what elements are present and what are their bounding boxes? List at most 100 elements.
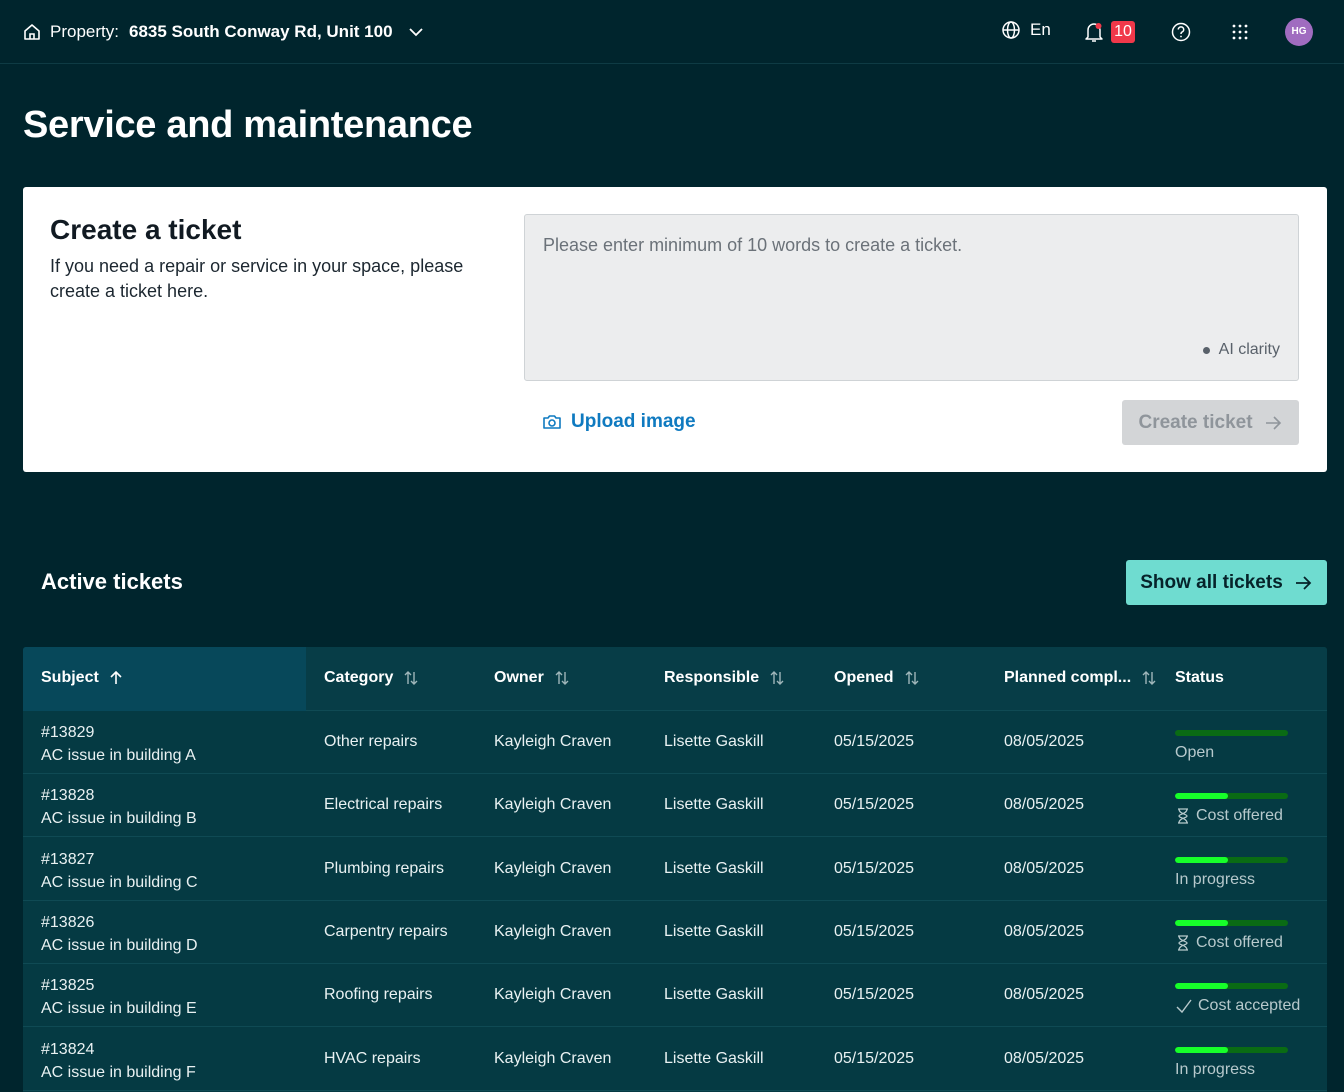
arrow-right-icon xyxy=(1295,575,1312,590)
sort-icon xyxy=(1142,671,1156,685)
status-progress-bar xyxy=(1175,983,1288,990)
ticket-planned-date: 08/05/2025 xyxy=(1004,922,1085,940)
hourglass-icon xyxy=(1175,934,1191,952)
property-selector[interactable]: Property: 6835 South Conway Rd, Unit 100 xyxy=(22,20,425,44)
status-progress-fill xyxy=(1175,856,1229,863)
ticket-responsible: Lisette Gaskill xyxy=(664,796,764,814)
ticket-owner: Kayleigh Craven xyxy=(494,1049,612,1067)
ticket-owner: Kayleigh Craven xyxy=(494,922,612,940)
sort-icon xyxy=(555,671,569,685)
create-ticket-button[interactable]: Create ticket xyxy=(1122,400,1299,445)
status-label: In progress xyxy=(1175,1060,1256,1078)
ticket-status: Open xyxy=(1175,744,1214,762)
help-button[interactable] xyxy=(1170,20,1192,49)
upload-image-label: Upload image xyxy=(571,411,696,432)
status-progress-fill xyxy=(1175,983,1229,990)
column-label: Category xyxy=(324,669,394,686)
ticket-status: Cost offered xyxy=(1175,934,1283,952)
property-address: 6835 South Conway Rd, Unit 100 xyxy=(128,22,393,41)
ticket-id: #13829 xyxy=(41,724,95,741)
table-row[interactable]: #13825 AC issue in building E Roofing repa… xyxy=(23,964,1327,1028)
ai-clarity-label: AI clarity xyxy=(1218,341,1280,358)
create-ticket-description: If you need a repair or service in your … xyxy=(50,256,464,301)
upload-image-button[interactable]: Upload image xyxy=(542,411,696,433)
ticket-subject: AC issue in building E xyxy=(41,1000,197,1018)
user-avatar[interactable]: HG xyxy=(1285,18,1313,46)
hourglass-icon xyxy=(1175,807,1191,825)
ticket-status: Cost offered xyxy=(1175,807,1283,825)
column-label: Status xyxy=(1175,669,1224,686)
apps-menu-button[interactable] xyxy=(1229,20,1251,49)
table-row[interactable]: #13827 AC issue in building C Plumbing rep… xyxy=(23,838,1327,901)
active-tickets-title: Active tickets xyxy=(41,569,183,594)
chevron-down-icon xyxy=(407,23,425,41)
show-all-tickets-button[interactable]: Show all tickets xyxy=(1126,560,1327,605)
ticket-subject-cell: #13824 AC issue in building F xyxy=(41,1038,196,1084)
column-label: Opened xyxy=(834,669,894,686)
ticket-subject: AC issue in building A xyxy=(41,747,196,764)
table-row[interactable]: #13829 AC issue in building A Other repair… xyxy=(23,711,1327,774)
sort-icon xyxy=(770,671,784,685)
ticket-category: Roofing repairs xyxy=(324,986,433,1004)
table-header: Subject Category Owner Responsible Opene… xyxy=(23,647,1327,711)
column-header-status: Status xyxy=(1175,669,1224,687)
ticket-opened-date: 05/15/2025 xyxy=(834,1049,915,1067)
ticket-opened-date: 05/15/2025 xyxy=(834,859,915,877)
globe-icon xyxy=(1002,21,1020,39)
status-progress-bar xyxy=(1175,856,1288,863)
ticket-responsible: Lisette Gaskill xyxy=(664,733,764,750)
ticket-responsible: Lisette Gaskill xyxy=(664,859,764,877)
bell-icon xyxy=(1085,23,1103,42)
ticket-planned-date: 08/05/2025 xyxy=(1004,733,1085,750)
status-label: Cost offered xyxy=(1196,933,1283,951)
ticket-id: #13825 xyxy=(41,977,95,995)
column-header-owner[interactable]: Owner xyxy=(494,669,570,687)
ticket-planned-date: 08/05/2025 xyxy=(1004,859,1085,877)
ticket-id: #13824 xyxy=(41,1040,95,1058)
ticket-id: #13826 xyxy=(41,913,95,931)
table-row[interactable]: #13826 AC issue in building D Carpentry re… xyxy=(23,901,1327,964)
column-label: Planned compl... xyxy=(1004,669,1132,686)
ticket-category: Other repairs xyxy=(324,733,418,750)
column-header-category[interactable]: Category xyxy=(324,669,419,687)
tickets-table: Subject Category Owner Responsible Opene… xyxy=(23,647,1327,1092)
notifications-button[interactable] xyxy=(1083,20,1105,44)
status-label: In progress xyxy=(1175,870,1256,888)
ticket-status: In progress xyxy=(1175,1061,1255,1079)
ai-clarity-indicator: AI clarity xyxy=(1202,341,1280,359)
status-progress-fill xyxy=(1175,919,1229,926)
sort-icon xyxy=(404,671,418,685)
ai-status-dot-icon xyxy=(1202,346,1210,354)
language-label: En xyxy=(1030,20,1051,39)
status-label: Cost accepted xyxy=(1198,997,1301,1015)
grid-icon xyxy=(1232,24,1248,40)
column-header-planned-completion[interactable]: Planned compl... xyxy=(1004,669,1157,687)
ticket-description-input[interactable]: Please enter minimum of 10 words to crea… xyxy=(524,214,1299,381)
ticket-responsible: Lisette Gaskill xyxy=(664,1049,764,1067)
ticket-owner: Kayleigh Craven xyxy=(494,859,612,877)
status-progress-fill xyxy=(1175,793,1229,800)
ticket-subject-cell: #13825 AC issue in building E xyxy=(41,974,197,1020)
create-ticket-card: Create a ticket If you need a repair or … xyxy=(23,187,1327,472)
ticket-status: In progress xyxy=(1175,871,1255,889)
ticket-owner: Kayleigh Craven xyxy=(494,986,612,1004)
ticket-planned-date: 08/05/2025 xyxy=(1004,796,1085,814)
language-selector[interactable]: En xyxy=(1001,20,1051,40)
column-header-responsible[interactable]: Responsible xyxy=(664,669,785,687)
property-label: Property: xyxy=(50,22,119,41)
ticket-responsible: Lisette Gaskill xyxy=(664,986,764,1004)
column-header-subject[interactable]: Subject xyxy=(41,669,123,687)
column-label: Responsible xyxy=(664,669,760,686)
ticket-id: #13828 xyxy=(41,787,95,805)
ticket-id: #13827 xyxy=(41,850,95,868)
ticket-subject-cell: #13827 AC issue in building C xyxy=(41,848,198,894)
column-header-opened[interactable]: Opened xyxy=(834,669,920,687)
table-row[interactable]: #13824 AC issue in building F HVAC repairs… xyxy=(23,1028,1327,1091)
ticket-owner: Kayleigh Craven xyxy=(494,796,612,814)
show-all-tickets-label: Show all tickets xyxy=(1140,571,1283,593)
ticket-owner: Kayleigh Craven xyxy=(494,733,612,750)
sort-ascending-icon xyxy=(110,670,122,684)
ticket-category: HVAC repairs xyxy=(324,1049,421,1067)
table-row[interactable]: #13828 AC issue in building B Electrical r… xyxy=(23,774,1327,838)
sort-icon xyxy=(905,671,919,685)
